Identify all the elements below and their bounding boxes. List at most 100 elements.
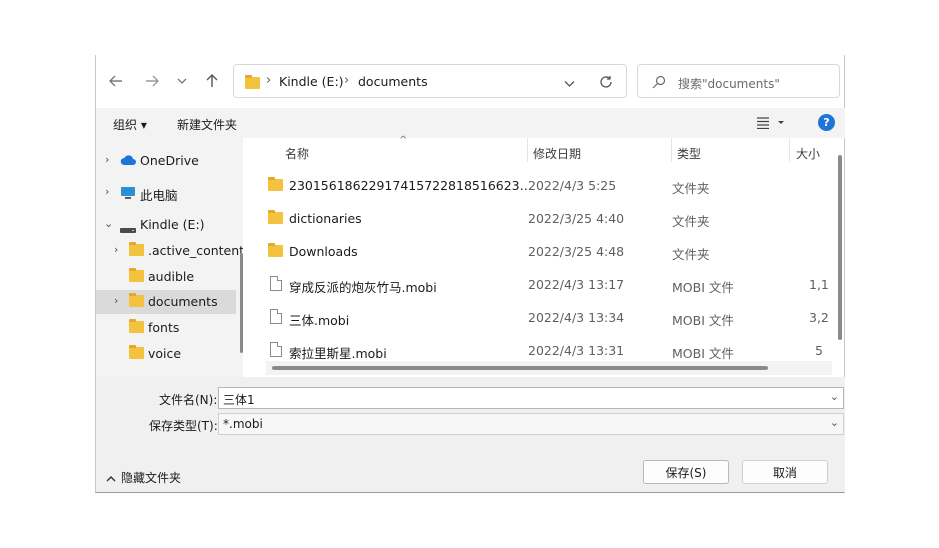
column-divider[interactable] (527, 138, 528, 162)
drive-icon (120, 222, 136, 237)
scrollbar-thumb[interactable] (272, 366, 768, 370)
column-name[interactable]: 名称 (285, 145, 309, 162)
filename-value: 三体1 (223, 393, 255, 407)
file-row[interactable]: 三体.mobi 2022/4/3 13:34 MOBI 文件 3,2 (266, 301, 836, 334)
breadcrumb-kindle[interactable]: Kindle (E:) (279, 74, 344, 89)
chevron-down-icon[interactable]: ⌄ (104, 217, 113, 230)
file-icon (270, 276, 282, 294)
address-dropdown-button[interactable] (564, 77, 575, 91)
nav-item-audible[interactable]: audible (96, 265, 236, 289)
nav-item-active-content[interactable]: › .active_content (96, 239, 243, 263)
nav-scrollbar[interactable] (240, 253, 243, 353)
nav-item-onedrive[interactable]: › OneDrive (96, 149, 236, 173)
file-name: Downloads (289, 244, 358, 259)
file-list-vertical-scrollbar[interactable] (838, 155, 842, 340)
breadcrumb-separator: › (344, 73, 350, 88)
list-view-icon (757, 117, 784, 130)
file-row[interactable]: 穿成反派的炮灰竹马.mobi 2022/4/3 13:17 MOBI 文件 1,… (266, 268, 836, 301)
save-form: 文件名(N): 三体1 ⌄ 保存类型(T): *.mobi ⌄ 隐藏文件夹 保存… (96, 377, 845, 492)
chevron-down-icon[interactable]: ⌄ (830, 416, 839, 429)
folder-icon (129, 242, 144, 259)
chevron-down-icon[interactable]: ⌄ (830, 390, 839, 403)
folder-icon (129, 345, 144, 362)
breadcrumb-separator: › (266, 73, 272, 88)
hide-folders-toggle[interactable]: 隐藏文件夹 (106, 469, 181, 486)
cancel-button[interactable]: 取消 (742, 460, 828, 484)
file-date: 2022/4/3 13:31 (528, 343, 625, 358)
chevron-down-icon (564, 81, 575, 87)
refresh-button[interactable] (599, 75, 613, 92)
search-input[interactable]: 搜索"documents" (678, 75, 780, 92)
cloud-icon (120, 154, 136, 169)
search-icon (652, 75, 666, 92)
nav-item-this-pc[interactable]: › 此电脑 (96, 181, 236, 205)
filetype-value: *.mobi (223, 417, 263, 431)
address-bar[interactable]: › Kindle (E:) › documents (233, 64, 627, 98)
chevron-right-icon[interactable]: › (114, 294, 118, 307)
file-date: 2022/3/25 4:40 (528, 211, 625, 226)
file-list-horizontal-scrollbar[interactable] (266, 361, 832, 375)
file-icon (270, 309, 282, 327)
hide-folders-label: 隐藏文件夹 (121, 471, 182, 485)
file-date: 2022/3/25 4:48 (528, 244, 625, 259)
file-type: 文件夹 (672, 181, 710, 196)
nav-item-voice[interactable]: voice (96, 342, 236, 366)
column-type[interactable]: 类型 (677, 145, 701, 162)
view-options-button[interactable] (756, 117, 784, 132)
folder-icon (129, 293, 144, 310)
arrow-up-icon (206, 74, 218, 87)
nav-item-label: audible (148, 269, 195, 284)
folder-icon (268, 243, 283, 260)
computer-icon (120, 186, 136, 203)
file-type: 文件夹 (672, 214, 710, 229)
file-name: dictionaries (289, 211, 362, 226)
up-button[interactable] (200, 69, 224, 93)
file-size: 1,1 (809, 277, 829, 292)
save-as-dialog: › Kindle (E:) › documents 搜索"documents" … (95, 55, 845, 493)
forward-button[interactable] (140, 69, 164, 93)
column-divider[interactable] (789, 138, 790, 162)
file-row[interactable]: 23015618622917415722818516623… 2022/4/3 … (266, 169, 836, 202)
folder-icon (129, 319, 144, 336)
nav-item-fonts[interactable]: fonts (96, 316, 236, 340)
column-date-modified[interactable]: 修改日期 (533, 145, 581, 162)
nav-item-label: fonts (148, 320, 180, 335)
chevron-right-icon[interactable]: › (105, 185, 109, 198)
nav-item-kindle-drive[interactable]: ⌄ Kindle (E:) (96, 213, 236, 237)
column-divider[interactable] (671, 138, 672, 162)
chevron-right-icon[interactable]: › (105, 153, 109, 166)
arrow-right-icon (146, 75, 159, 87)
search-box[interactable]: 搜索"documents" (637, 64, 840, 98)
file-row[interactable]: Downloads 2022/3/25 4:48 文件夹 (266, 235, 836, 268)
nav-item-label: OneDrive (140, 153, 199, 168)
filename-label: 文件名(N): (159, 393, 218, 407)
back-button[interactable] (104, 69, 128, 93)
column-size[interactable]: 大小 (796, 145, 820, 162)
folder-icon (268, 210, 283, 227)
help-button[interactable]: ? (818, 114, 835, 131)
column-header-row: ^ 名称 修改日期 类型 大小 (251, 135, 841, 166)
folder-icon (245, 75, 260, 89)
folder-icon (268, 177, 283, 194)
chevron-right-icon[interactable]: › (114, 243, 118, 256)
nav-item-documents[interactable]: › documents (96, 290, 236, 314)
file-type: MOBI 文件 (672, 346, 734, 361)
sort-ascending-icon: ^ (399, 135, 408, 146)
organize-button[interactable]: 组织 ▾ (113, 116, 147, 133)
save-button[interactable]: 保存(S) (643, 460, 729, 484)
filetype-select[interactable]: *.mobi ⌄ (218, 413, 844, 435)
chevron-down-icon (177, 78, 187, 84)
recent-locations-button[interactable] (170, 69, 194, 93)
nav-item-label: Kindle (E:) (140, 217, 205, 232)
file-icon (270, 342, 282, 360)
file-list: ^ 名称 修改日期 类型 大小 230156186229174157228185… (251, 135, 841, 377)
file-row[interactable]: dictionaries 2022/3/25 4:40 文件夹 (266, 202, 836, 235)
nav-item-label: 此电脑 (140, 188, 178, 203)
filename-input[interactable]: 三体1 ⌄ (218, 387, 844, 409)
nav-item-label: voice (148, 346, 182, 361)
refresh-icon (600, 76, 612, 88)
file-date: 2022/4/3 13:34 (528, 310, 625, 325)
breadcrumb-documents[interactable]: documents (358, 74, 428, 89)
filetype-label: 保存类型(T): (149, 419, 218, 433)
new-folder-button[interactable]: 新建文件夹 (177, 116, 237, 133)
